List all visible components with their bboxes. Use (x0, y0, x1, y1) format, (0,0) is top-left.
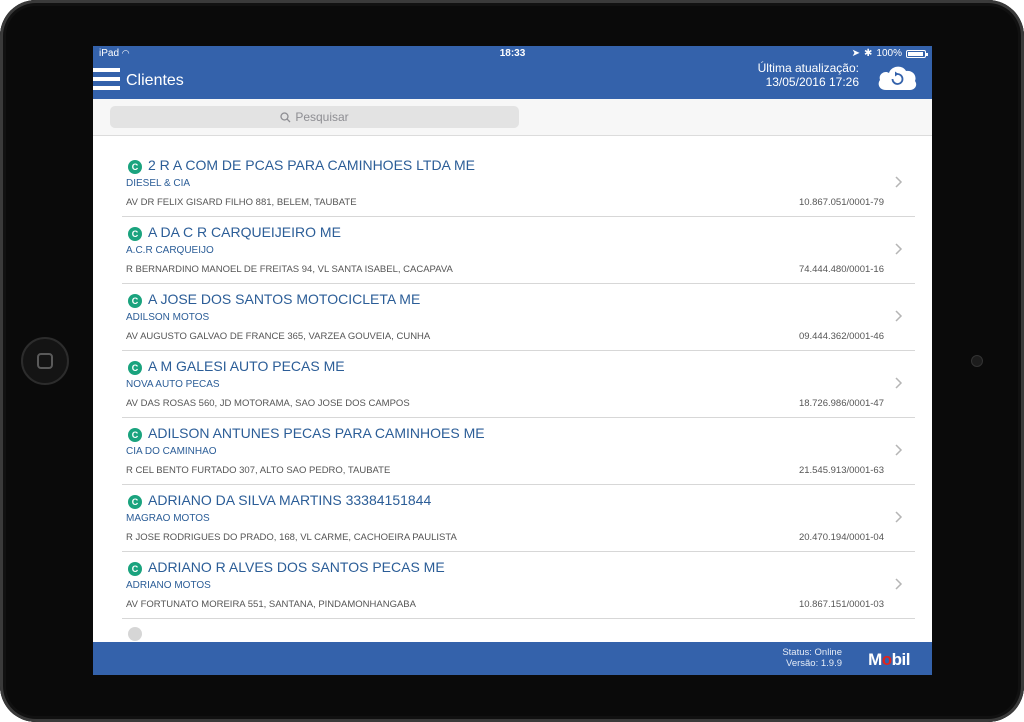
client-name: 2 R A COM DE PCAS PARA CAMINHOES LTDA ME (148, 157, 476, 173)
client-name: A JOSE DOS SANTOS MOTOCICLETA ME (148, 291, 421, 307)
location-icon: ➤ (851, 48, 861, 59)
client-address: R JOSE RODRIGUES DO PRADO, 168, VL CARME… (126, 532, 457, 543)
chevron-right-icon (895, 377, 903, 389)
battery-icon (906, 49, 928, 58)
chevron-right-icon (895, 310, 903, 322)
client-row-partial[interactable] (122, 620, 915, 641)
last-update-label: Última atualização: (757, 61, 859, 75)
client-trade-name: A.C.R CARQUEIJO (126, 245, 214, 256)
client-row[interactable]: C A M GALESI AUTO PECAS ME NOVA AUTO PECAS… (122, 352, 915, 418)
status-bar: iPad ◠ 18:33 ➤ ✱ 100% (93, 46, 932, 62)
connection-status: Status: Online Versão: 1.9.9 (782, 647, 842, 669)
client-type-badge: C (128, 361, 142, 375)
status-online: Status: Online (782, 647, 842, 658)
search-placeholder: Pesquisar (295, 110, 349, 124)
client-name: ADILSON ANTUNES PECAS PARA CAMINHOES ME (148, 425, 485, 441)
client-cnpj: 10.867.051/0001-79 (798, 197, 884, 208)
last-update-info: Última atualização: 13/05/2016 17:26 (758, 61, 859, 89)
client-address: AV FORTUNATO MOREIRA 551, SANTANA, PINDA… (126, 599, 416, 610)
search-bar: Pesquisar (93, 99, 932, 136)
cloud-refresh-icon[interactable] (876, 62, 918, 92)
client-address: R CEL BENTO FURTADO 307, ALTO SAO PEDRO,… (126, 465, 391, 476)
client-type-badge (128, 627, 142, 641)
client-trade-name: NOVA AUTO PECAS (126, 379, 220, 390)
client-row[interactable]: C ADRIANO R ALVES DOS SANTOS PECAS ME ADRI… (122, 553, 915, 619)
app-screen: Clientes Última atualização: 13/05/2016 … (93, 46, 932, 675)
chevron-right-icon (895, 243, 903, 255)
search-input[interactable]: Pesquisar (110, 106, 519, 128)
client-cnpj: 10.867.151/0001-03 (798, 599, 884, 610)
client-cnpj: 09.444.362/0001-46 (798, 331, 884, 342)
home-button[interactable] (21, 337, 69, 385)
chevron-right-icon (895, 511, 903, 523)
client-trade-name: ADRIANO MOTOS (126, 580, 211, 591)
search-icon (280, 112, 291, 123)
client-row[interactable]: C A DA C R CARQUEIJEIRO ME A.C.R CARQUEIJO… (122, 218, 915, 284)
client-type-badge: C (128, 160, 142, 174)
client-type-badge: C (128, 495, 142, 509)
client-address: AV DR FELIX GISARD FILHO 881, BELEM, TAU… (126, 197, 357, 208)
client-type-badge: C (128, 562, 142, 576)
client-address: AV DAS ROSAS 560, JD MOTORAMA, SAO JOSE … (126, 398, 410, 409)
client-type-badge: C (128, 227, 142, 241)
client-name: A DA C R CARQUEIJEIRO ME (148, 224, 341, 240)
client-cnpj: 18.726.986/0001-47 (798, 398, 884, 409)
chevron-right-icon (895, 578, 903, 590)
status-time: 18:33 (499, 48, 526, 59)
client-trade-name: ADILSON MOTOS (126, 312, 210, 323)
client-address: AV AUGUSTO GALVAO DE FRANCE 365, VARZEA … (126, 331, 431, 342)
client-name: ADRIANO R ALVES DOS SANTOS PECAS ME (148, 559, 445, 575)
last-update-value: 13/05/2016 17:26 (765, 75, 859, 89)
chevron-right-icon (895, 176, 903, 188)
client-cnpj: 20.470.194/0001-04 (798, 532, 884, 543)
hamburger-menu-icon[interactable] (93, 68, 120, 93)
app-footer: Status: Online Versão: 1.9.9 Mobil (93, 642, 932, 675)
client-type-badge: C (128, 428, 142, 442)
ipad-frame: Clientes Última atualização: 13/05/2016 … (0, 0, 1024, 722)
client-trade-name: DIESEL & CIA (126, 178, 191, 189)
page-title: Clientes (126, 72, 184, 89)
client-cnpj: 74.444.480/0001-16 (798, 264, 884, 275)
client-type-badge: C (128, 294, 142, 308)
client-trade-name: CIA DO CAMINHAO (126, 446, 217, 457)
app-version: Versão: 1.9.9 (786, 658, 842, 669)
client-row[interactable]: C ADRIANO DA SILVA MARTINS 33384151844 MAG… (122, 486, 915, 552)
client-list: C 2 R A COM DE PCAS PARA CAMINHOES LTDA M… (122, 151, 915, 641)
client-cnpj: 21.545.913/0001-63 (798, 465, 884, 476)
bluetooth-icon: ✱ (864, 48, 873, 59)
client-row[interactable]: C ADILSON ANTUNES PECAS PARA CAMINHOES ME… (122, 419, 915, 485)
client-row[interactable]: C 2 R A COM DE PCAS PARA CAMINHOES LTDA M… (122, 151, 915, 217)
client-address: R BERNARDINO MANOEL DE FREITAS 94, VL SA… (126, 264, 453, 275)
client-trade-name: MAGRAO MOTOS (126, 513, 210, 524)
mobil-logo: Mobil (868, 650, 910, 669)
client-name: A M GALESI AUTO PECAS ME (148, 358, 345, 374)
client-row[interactable]: C A JOSE DOS SANTOS MOTOCICLETA ME ADILSON… (122, 285, 915, 351)
status-right: ➤ ✱ 100% (851, 48, 928, 59)
camera-lens (971, 355, 983, 367)
battery-percent: 100% (876, 48, 902, 59)
chevron-right-icon (895, 444, 903, 456)
client-name: ADRIANO DA SILVA MARTINS 33384151844 (148, 492, 432, 508)
